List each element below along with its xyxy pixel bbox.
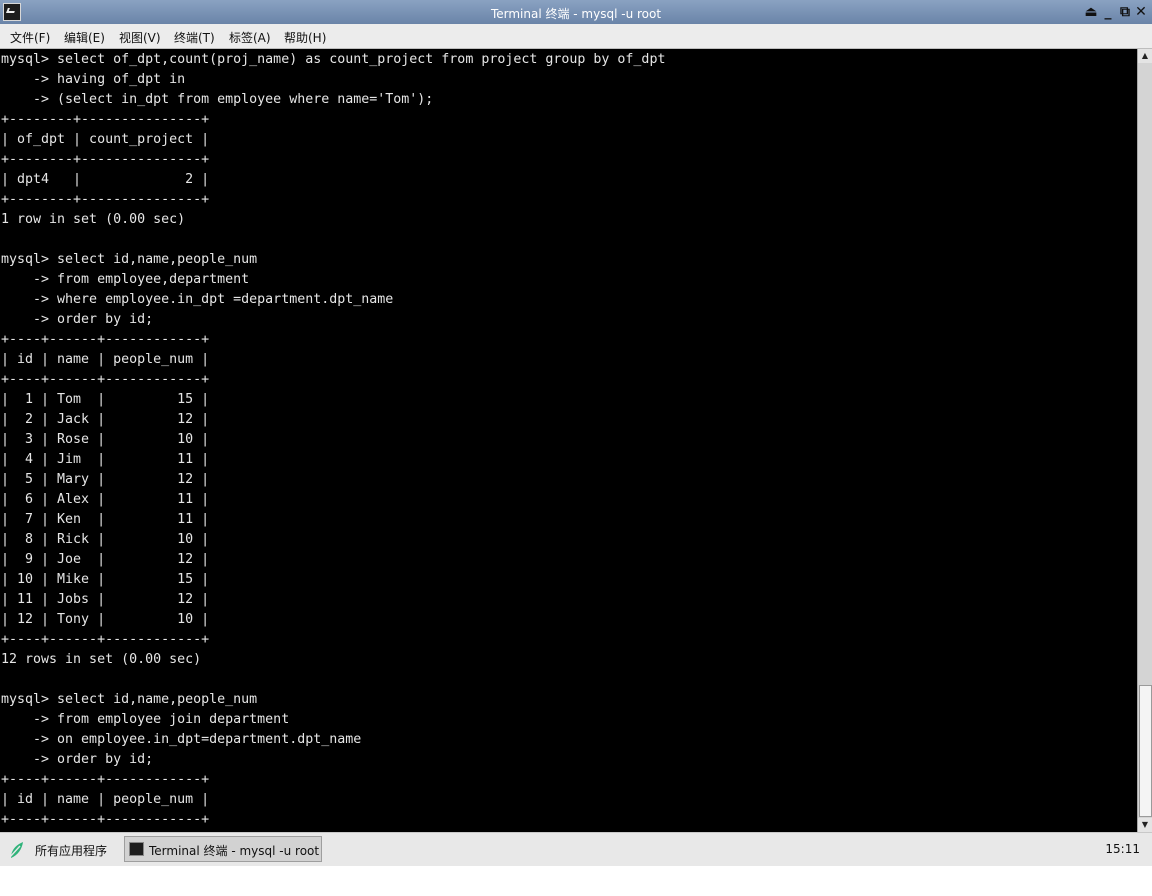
terminal-line: +----+------+------------+ [1, 812, 210, 827]
eject-icon[interactable]: ⏏ [1083, 3, 1099, 21]
window-title: Terminal 终端 - mysql -u root [490, 7, 662, 21]
terminal-output[interactable]: mysql> select of_dpt,count(proj_name) as… [0, 49, 1137, 832]
terminal-line: -> order by id; [1, 312, 154, 327]
terminal-line: -> order by id; [1, 752, 154, 767]
menu-file[interactable]: 文件(F) [10, 29, 50, 46]
taskbar-item-label: Terminal 终端 - mysql -u root [149, 844, 320, 858]
scroll-up-icon[interactable]: ▲ [1138, 49, 1152, 63]
terminal-line: +--------+---------------+ [1, 192, 210, 207]
leaf-icon [9, 842, 23, 858]
terminal-line: 1 row in set (0.00 sec) [1, 212, 186, 227]
terminal-line: | 4 | Jim | 11 | [1, 452, 210, 467]
terminal-line: | 5 | Mary | 12 | [1, 472, 210, 487]
terminal-line: +----+------+------------+ [1, 332, 210, 347]
terminal-line: -> having of_dpt in [1, 72, 186, 87]
close-icon[interactable]: ✕ [1133, 3, 1149, 21]
terminal-line: | 11 | Jobs | 12 | [1, 592, 210, 607]
title-bar: Terminal 终端 - mysql -u root ⏏ _ ⧉ ✕ [0, 0, 1152, 24]
menu-bar: 文件(F) 编辑(E) 视图(V) 终端(T) 标签(A) 帮助(H) [0, 24, 1152, 49]
terminal-line: +----+------+------------+ [1, 772, 210, 787]
terminal-line: | 1 | Tom | 15 | [1, 392, 210, 407]
terminal-line: | 3 | Rose | 10 | [1, 432, 210, 447]
terminal-line: +----+------+------------+ [1, 372, 210, 387]
terminal-line: | 8 | Rick | 10 | [1, 532, 210, 547]
terminal-line: -> (select in_dpt from employee where na… [1, 92, 434, 107]
terminal-line: | id | name | people_num | [1, 792, 210, 807]
terminal-line: +----+------+------------+ [1, 632, 210, 647]
terminal-line: | 9 | Joe | 12 | [1, 552, 210, 567]
menu-edit[interactable]: 编辑(E) [64, 29, 105, 46]
terminal-line: | id | name | people_num | [1, 352, 210, 367]
menu-tabs[interactable]: 标签(A) [229, 29, 271, 46]
terminal-line: mysql> select id,name,people_num [1, 252, 258, 267]
terminal-line: -> where employee.in_dpt =department.dpt… [1, 292, 394, 307]
terminal-line: | 2 | Jack | 12 | [1, 412, 210, 427]
terminal-line: | of_dpt | count_project | [1, 132, 210, 147]
terminal-line: -> from employee join department [1, 712, 290, 727]
maximize-icon[interactable]: ⧉ [1117, 3, 1133, 21]
scroll-down-icon[interactable]: ▼ [1138, 818, 1152, 832]
terminal-line: mysql> select of_dpt,count(proj_name) as… [1, 52, 666, 67]
terminal-line: | 12 | Tony | 10 | [1, 612, 210, 627]
start-menu-label: 所有应用程序 [35, 844, 108, 858]
terminal-line: | 6 | Alex | 11 | [1, 492, 210, 507]
terminal-line: -> on employee.in_dpt=department.dpt_nam… [1, 732, 362, 747]
clock: 15:11 [1105, 842, 1140, 856]
terminal-line: | 7 | Ken | 11 | [1, 512, 210, 527]
menu-help[interactable]: 帮助(H) [284, 29, 326, 46]
terminal-icon [129, 842, 144, 856]
vertical-scrollbar[interactable]: ▲ ▼ [1137, 49, 1152, 832]
desktop-background [0, 866, 1152, 896]
terminal-line: +--------+---------------+ [1, 152, 210, 167]
taskbar-item-terminal[interactable]: Terminal 终端 - mysql -u root [124, 836, 322, 862]
menu-terminal[interactable]: 终端(T) [174, 29, 215, 46]
minimize-icon[interactable]: _ [1100, 3, 1116, 21]
scroll-thumb[interactable] [1139, 685, 1152, 817]
terminal-text: mysql> select of_dpt,count(proj_name) as… [1, 50, 665, 830]
terminal-line: | dpt4 | 2 | [1, 172, 210, 187]
taskbar: 所有应用程序 Terminal 终端 - mysql -u root 15:11 [0, 832, 1152, 866]
terminal-line: | 10 | Mike | 15 | [1, 572, 210, 587]
terminal-line: +--------+---------------+ [1, 112, 210, 127]
menu-view[interactable]: 视图(V) [119, 29, 161, 46]
terminal-line: mysql> select id,name,people_num [1, 692, 258, 707]
terminal-line: 12 rows in set (0.00 sec) [1, 652, 202, 667]
terminal-line: -> from employee,department [1, 272, 250, 287]
